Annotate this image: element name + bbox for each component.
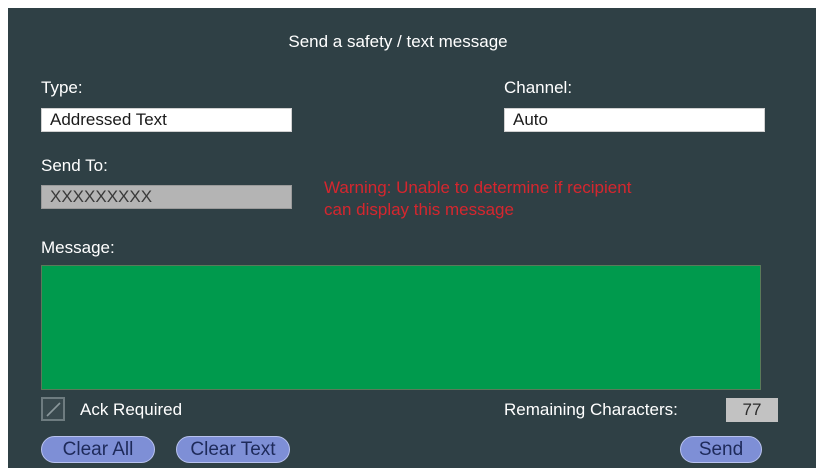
dialog-title: Send a safety / text message <box>288 32 508 51</box>
message-dialog: Send a safety / text message Type: Addre… <box>8 8 816 468</box>
type-field[interactable]: Addressed Text <box>41 108 292 132</box>
clear-all-button[interactable]: Clear All <box>41 436 155 463</box>
ack-required-label: Ack Required <box>80 400 183 419</box>
remaining-characters-count: 77 <box>726 398 778 422</box>
send-to-field: XXXXXXXXX <box>41 185 292 209</box>
recipient-warning: Warning: Unable to determine if recipien… <box>324 177 724 221</box>
send-to-label: Send To: <box>41 156 108 175</box>
channel-field[interactable]: Auto <box>504 108 765 132</box>
type-label: Type: <box>41 78 83 97</box>
clear-text-button[interactable]: Clear Text <box>176 436 290 463</box>
checkmark-icon <box>46 402 61 417</box>
message-textarea[interactable] <box>41 265 761 390</box>
warning-line-2: can display this message <box>324 200 514 219</box>
remaining-characters-label: Remaining Characters: <box>504 400 678 419</box>
message-label: Message: <box>41 238 115 257</box>
send-button[interactable]: Send <box>680 436 762 463</box>
channel-label: Channel: <box>504 78 573 97</box>
ack-required-checkbox[interactable] <box>41 397 65 421</box>
warning-line-1: Warning: Unable to determine if recipien… <box>324 178 632 197</box>
